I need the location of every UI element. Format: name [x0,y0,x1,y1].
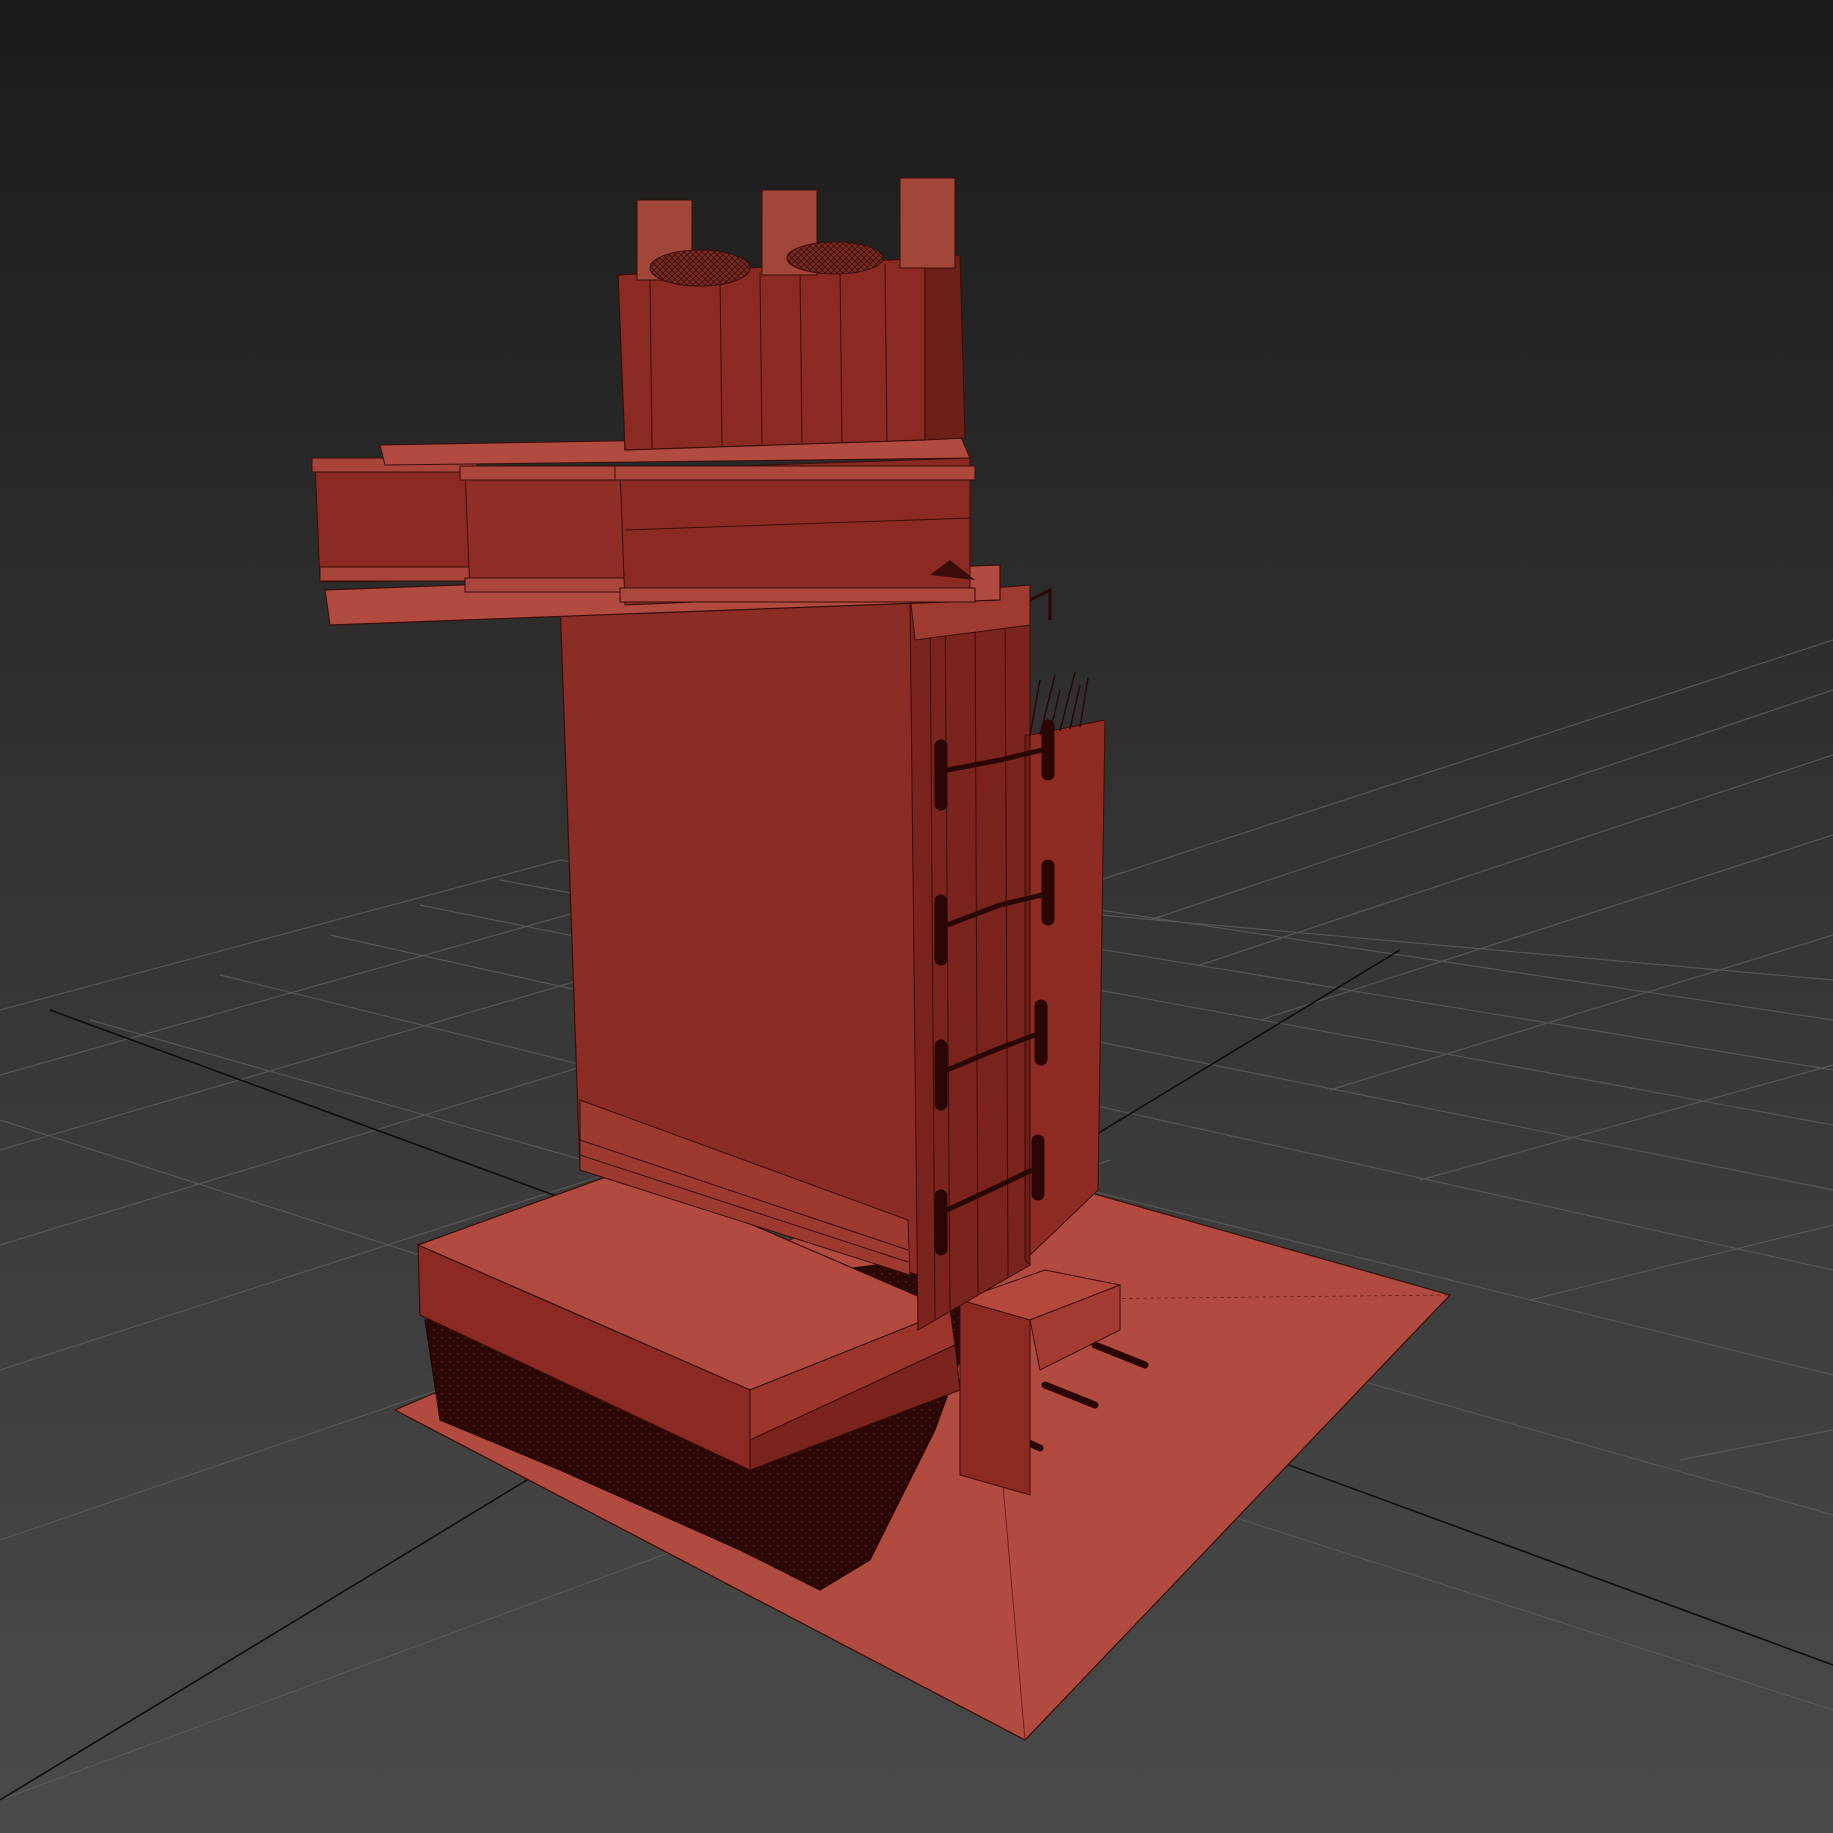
upper-wall-side [924,254,966,441]
joist-2 [464,467,626,593]
joist-1 [314,459,476,583]
upper-wall-front [617,257,926,451]
perspective-viewport[interactable] [0,0,1833,1833]
wall-side [909,599,1031,1331]
right-footing-front [959,1299,1031,1496]
viewport-canvas[interactable] [0,0,1833,1833]
insulation-panel-side [1024,734,1031,1267]
